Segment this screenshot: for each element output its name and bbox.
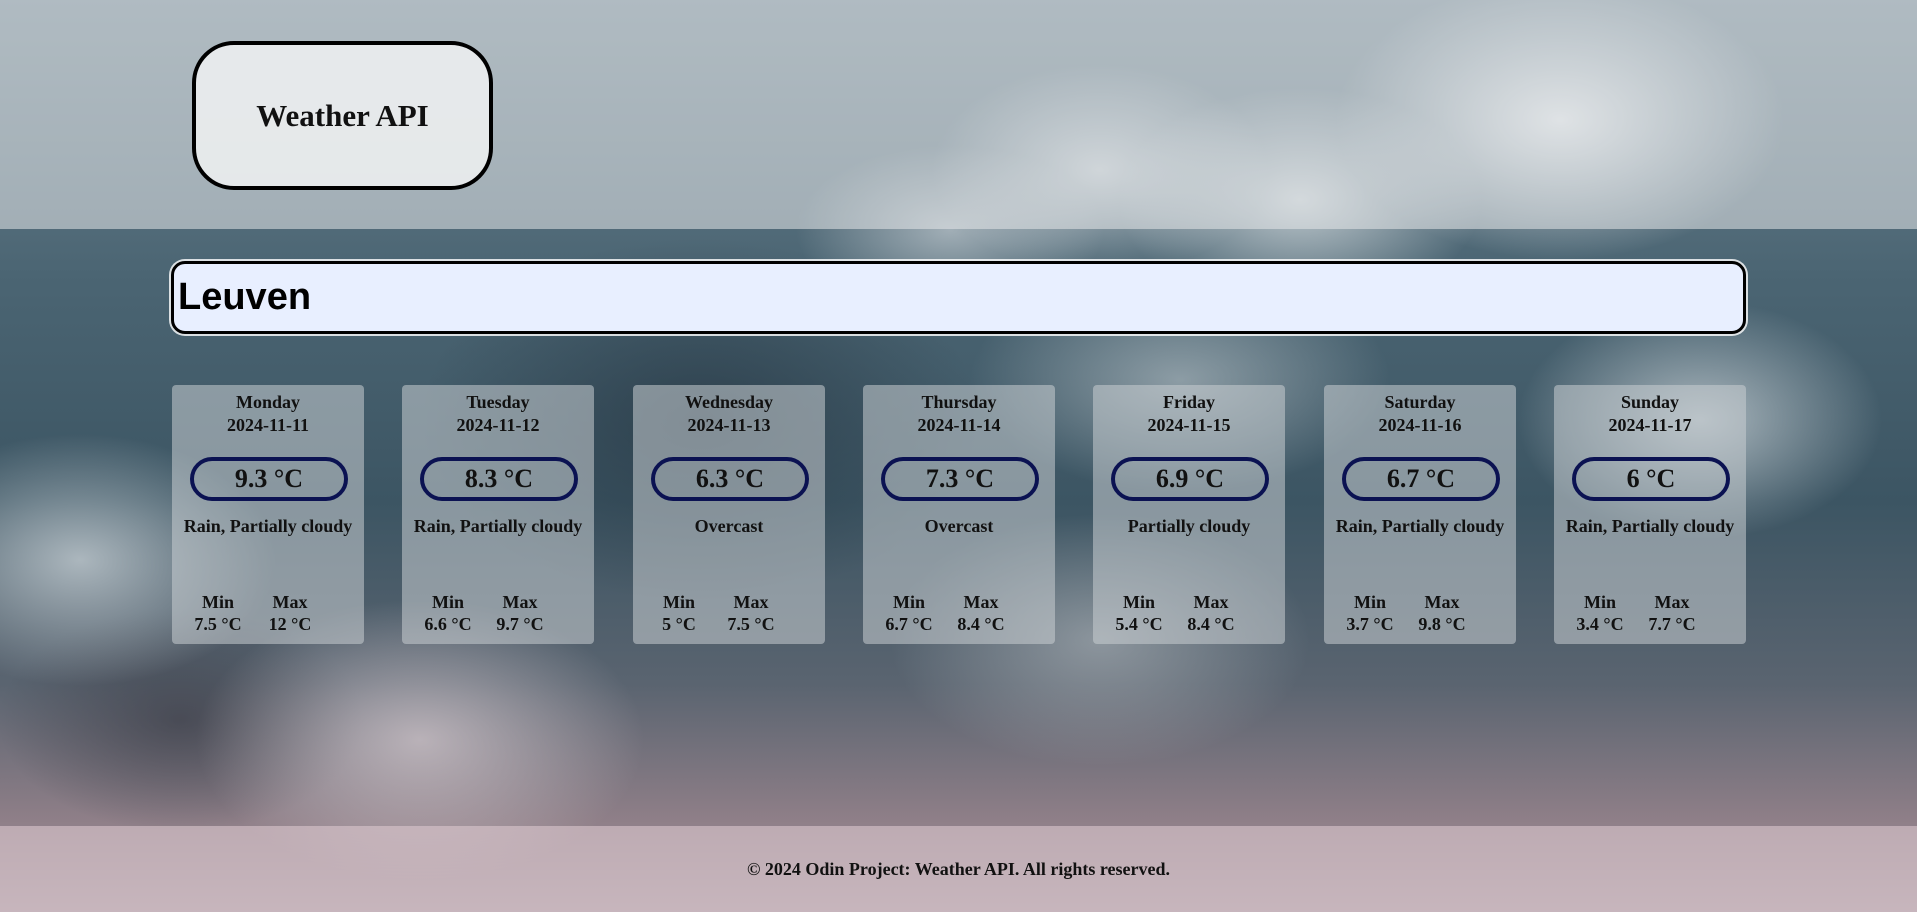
conditions: Rain, Partially cloudy: [183, 516, 353, 536]
conditions: Partially cloudy: [1127, 516, 1251, 536]
min-temp: Min 7.5 °C: [188, 591, 248, 635]
max-value: 8.4 °C: [957, 614, 1005, 634]
day-name: Tuesday: [466, 392, 530, 412]
min-temp: Min 3.7 °C: [1340, 591, 1400, 635]
forecast-cards: Monday 2024-11-11 9.3 °C Rain, Partially…: [172, 385, 1747, 645]
max-value: 12 °C: [268, 614, 312, 634]
conditions: Overcast: [694, 516, 764, 536]
max-label: Max: [1654, 592, 1690, 612]
max-label: Max: [733, 592, 769, 612]
max-value: 7.7 °C: [1648, 614, 1696, 634]
city-search-input[interactable]: [171, 261, 1746, 334]
day-date: 2024-11-16: [1378, 415, 1462, 435]
min-label: Min: [662, 592, 695, 612]
max-value: 9.8 °C: [1418, 614, 1466, 634]
min-temp: Min 3.4 °C: [1570, 591, 1630, 635]
forecast-card-wednesday: Wednesday 2024-11-13 6.3 °C Overcast Min…: [633, 385, 825, 644]
forecast-card-tuesday: Tuesday 2024-11-12 8.3 °C Rain, Partiall…: [402, 385, 594, 644]
conditions: Rain, Partially cloudy: [1565, 516, 1735, 536]
min-label: Min: [431, 592, 464, 612]
current-temp: 8.3 °C: [420, 457, 578, 501]
day-date: 2024-11-13: [687, 415, 771, 435]
max-value: 8.4 °C: [1187, 614, 1235, 634]
day-date: 2024-11-15: [1147, 415, 1231, 435]
min-label: Min: [1353, 592, 1386, 612]
conditions: Rain, Partially cloudy: [1335, 516, 1505, 536]
min-value: 5 °C: [662, 614, 696, 634]
max-label: Max: [1424, 592, 1460, 612]
min-value: 3.4 °C: [1576, 614, 1624, 634]
max-temp: Max 8.4 °C: [951, 591, 1011, 635]
forecast-card-friday: Friday 2024-11-15 6.9 °C Partially cloud…: [1093, 385, 1285, 644]
day-date: 2024-11-17: [1608, 415, 1692, 435]
forecast-card-saturday: Saturday 2024-11-16 6.7 °C Rain, Partial…: [1324, 385, 1516, 644]
max-temp: Max 9.7 °C: [490, 591, 550, 635]
app-title: Weather API: [256, 97, 429, 133]
min-label: Min: [1122, 592, 1155, 612]
min-temp: Min 5 °C: [649, 591, 709, 635]
min-value: 5.4 °C: [1115, 614, 1163, 634]
min-label: Min: [1583, 592, 1616, 612]
current-temp: 6.7 °C: [1342, 457, 1500, 501]
min-value: 7.5 °C: [194, 614, 242, 634]
day-name: Wednesday: [684, 392, 774, 412]
min-label: Min: [201, 592, 234, 612]
day-name: Friday: [1163, 392, 1215, 412]
min-temp: Min 5.4 °C: [1109, 591, 1169, 635]
copyright-text: © 2024 Odin Project: Weather API. All ri…: [746, 858, 1171, 879]
max-label: Max: [502, 592, 538, 612]
day-date: 2024-11-14: [917, 415, 1001, 435]
day-date: 2024-11-11: [226, 415, 309, 435]
forecast-card-monday: Monday 2024-11-11 9.3 °C Rain, Partially…: [172, 385, 364, 644]
current-temp: 7.3 °C: [881, 457, 1039, 501]
day-name: Thursday: [921, 392, 997, 412]
day-name: Sunday: [1620, 392, 1680, 412]
max-temp: Max 7.5 °C: [721, 591, 781, 635]
current-temp: 6.3 °C: [651, 457, 809, 501]
min-value: 6.7 °C: [885, 614, 933, 634]
current-temp: 6 °C: [1572, 457, 1730, 501]
max-temp: Max 12 °C: [260, 591, 320, 635]
min-temp: Min 6.6 °C: [418, 591, 478, 635]
min-label: Min: [892, 592, 925, 612]
max-value: 9.7 °C: [496, 614, 544, 634]
max-label: Max: [963, 592, 999, 612]
min-temp: Min 6.7 °C: [879, 591, 939, 635]
current-temp: 6.9 °C: [1111, 457, 1269, 501]
max-label: Max: [272, 592, 308, 612]
max-temp: Max 7.7 °C: [1642, 591, 1702, 635]
conditions: Rain, Partially cloudy: [413, 516, 583, 536]
min-value: 6.6 °C: [424, 614, 472, 634]
day-date: 2024-11-12: [456, 415, 540, 435]
max-value: 7.5 °C: [727, 614, 775, 634]
max-temp: Max 8.4 °C: [1181, 591, 1241, 635]
forecast-card-sunday: Sunday 2024-11-17 6 °C Rain, Partially c…: [1554, 385, 1746, 644]
min-value: 3.7 °C: [1346, 614, 1394, 634]
day-name: Monday: [235, 392, 300, 412]
max-temp: Max 9.8 °C: [1412, 591, 1472, 635]
conditions: Overcast: [924, 516, 994, 536]
max-label: Max: [1193, 592, 1229, 612]
day-name: Saturday: [1384, 392, 1456, 412]
footer: © 2024 Odin Project: Weather API. All ri…: [0, 826, 1917, 912]
current-temp: 9.3 °C: [190, 457, 348, 501]
forecast-card-thursday: Thursday 2024-11-14 7.3 °C Overcast Min 6…: [863, 385, 1055, 644]
app-logo-box: Weather API: [192, 41, 493, 190]
